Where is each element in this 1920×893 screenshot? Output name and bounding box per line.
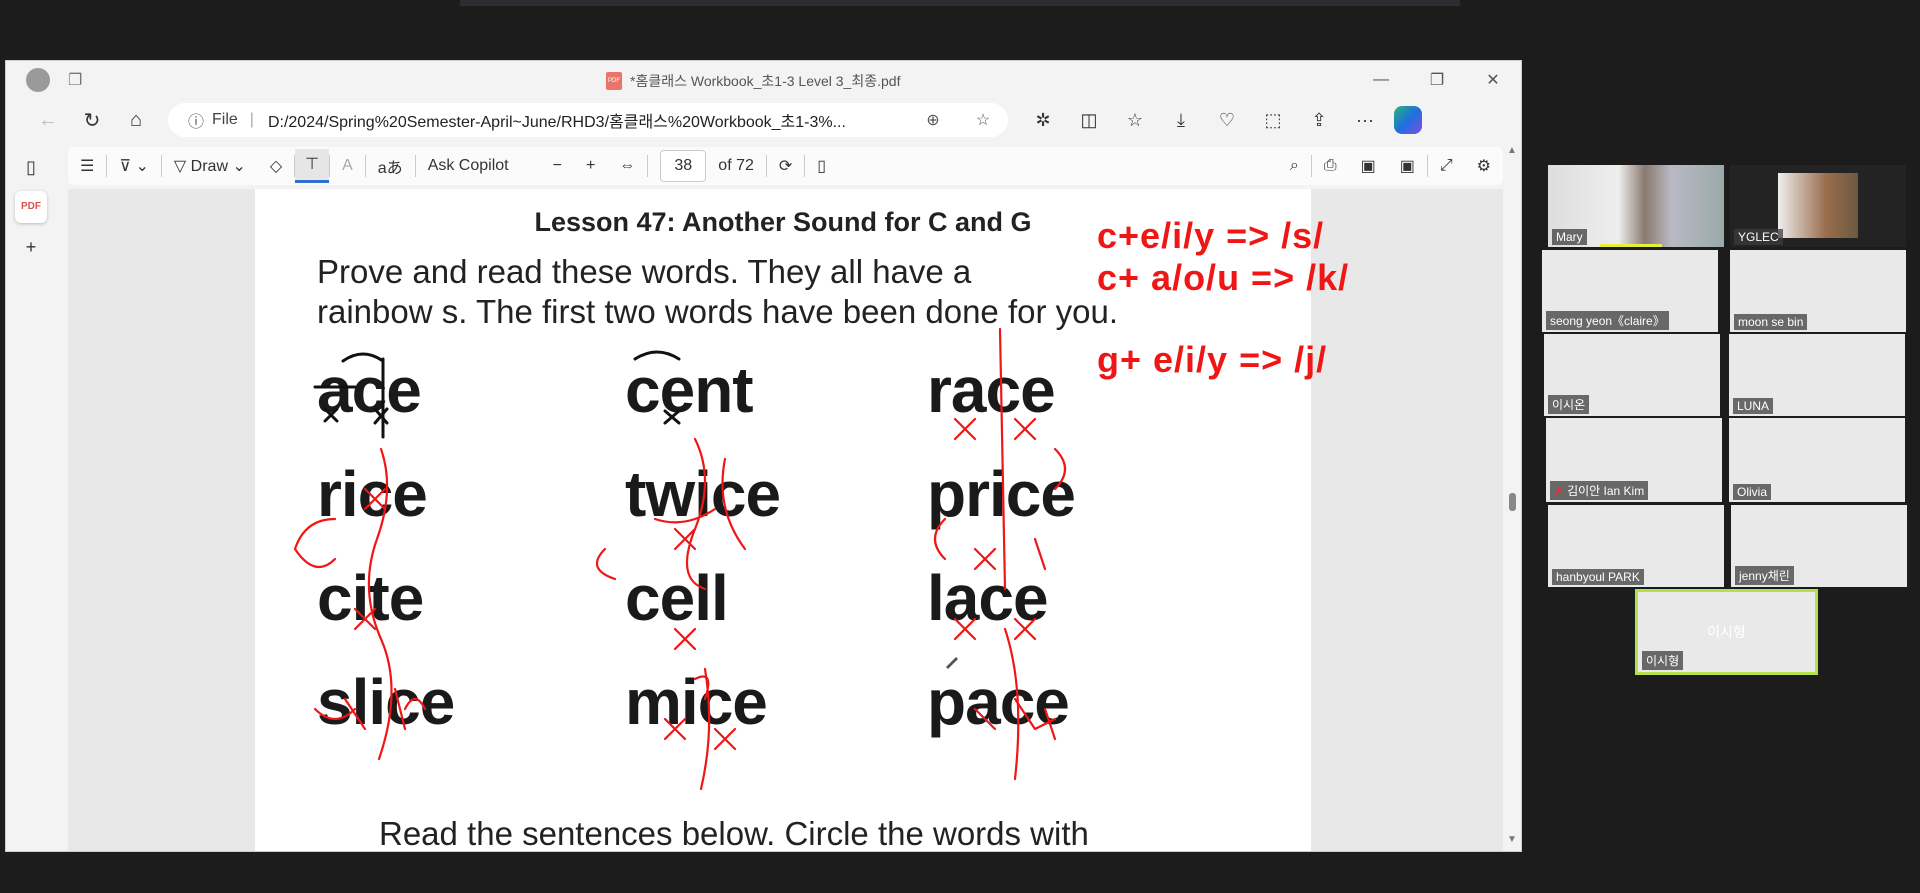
screenshot-icon[interactable]: ⬚ [1250,110,1296,131]
extensions-icon[interactable]: ✲ [1020,110,1066,131]
video-tile[interactable]: 이시온 [1544,334,1720,416]
page-number-input[interactable]: 38 [660,150,707,182]
pdf-file-icon: PDF [606,72,622,90]
scroll-down-icon[interactable]: ▼ [1503,834,1521,845]
pdf-toolbar: ☰ ⊽ ⌄ ▽ Draw ⌄ ◇ ⊤ A aあ Ask Copilot − + … [68,147,1503,185]
minimize-icon[interactable]: — [1353,61,1409,99]
browser-essentials-icon[interactable]: ♡ [1204,110,1250,131]
video-tile[interactable]: YGLEC [1730,165,1906,247]
draw-icon: ▽ [173,158,191,175]
video-tile[interactable]: LUNA [1729,334,1905,416]
tab-actions-icon[interactable]: ❐ [68,70,82,90]
vertical-scrollbar[interactable]: ▲ ▼ [1503,145,1521,853]
save-as-icon[interactable]: ▣ [1388,156,1427,176]
participant-name: YGLEC [1734,229,1783,245]
page-count: of 72 [718,157,754,174]
sidebar-toggle-icon[interactable]: ▯ [15,151,47,183]
restore-icon[interactable]: ❐ [1409,61,1465,99]
draw-button[interactable]: ▽ Draw ⌄ [162,156,258,176]
annotation-rule-2: c+ a/o/u => /k/ [1097,257,1350,298]
meeting-top-bar [460,0,1460,6]
scroll-up-icon[interactable]: ▲ [1503,145,1521,156]
zoom-out-icon[interactable]: − [541,157,574,175]
info-icon[interactable]: ⓘ [188,108,204,132]
add-text-icon[interactable]: ⊤ [295,149,330,183]
annotation-rule-1: c+e/i/y => /s/ [1097,215,1325,256]
ask-copilot-button[interactable]: Ask Copilot [416,157,521,175]
settings-gear-icon[interactable]: ⚙ [1465,156,1503,176]
favorites-icon[interactable]: ☆ [1112,110,1158,131]
profile-avatar[interactable] [26,68,50,92]
print-icon[interactable]: ⎙ [1312,157,1349,175]
add-icon[interactable]: + [15,231,47,263]
pen-cursor-icon [946,657,958,669]
split-screen-icon[interactable]: ◫ [1066,110,1112,131]
home-icon[interactable]: ⌂ [114,109,158,132]
scroll-thumb[interactable] [1509,493,1516,511]
participant-name: 이시온 [1548,395,1590,414]
rotate-icon[interactable]: ⟳ [767,156,804,176]
participant-name: Mary [1552,229,1587,245]
video-tile[interactable]: jenny채린 [1731,505,1907,587]
copilot-icon[interactable] [1394,106,1422,134]
pdf-viewer[interactable]: Lesson 47: Another Sound for C and G Pro… [68,189,1503,851]
back-icon[interactable]: ← [26,109,70,132]
zoom-in-icon[interactable]: + [574,157,607,175]
share-icon[interactable]: ⇪ [1296,110,1342,131]
participant-name: jenny채린 [1735,566,1794,585]
refresh-icon[interactable]: ↻ [70,108,114,133]
title-bar: ❐ PDF *홈클래스 Workbook_초1-3 Level 3_최종.pdf … [6,61,1521,99]
video-tile[interactable]: seong yeon《claire》 [1542,250,1718,332]
download-icon[interactable]: ⤓ [1158,110,1204,131]
video-tile[interactable]: hanbyoul PARK [1548,505,1724,587]
fit-width-icon[interactable]: ⇔ [607,157,647,175]
page-view-icon[interactable]: ▯ [805,156,838,176]
close-icon[interactable]: ✕ [1465,61,1521,99]
participant-name: seong yeon《claire》 [1546,311,1669,330]
save-icon[interactable]: ▣ [1349,156,1388,176]
zoom-icon[interactable]: ⊕ [908,110,958,130]
pdf-sidebar: ▯ PDF + [6,143,56,853]
participant-name: Olivia [1733,484,1772,500]
speaker-overlay-name: 이시형 [1707,624,1746,640]
video-tile[interactable]: Mary [1548,165,1724,247]
participant-name: 김이안 Ian Kim [1567,484,1645,498]
highlight-icon[interactable]: ⊽ ⌄ [107,156,161,176]
annotation-rule-3: g+ e/i/y => /j/ [1097,339,1328,380]
participant-name: LUNA [1733,398,1774,414]
search-icon[interactable]: ⌕ [1278,157,1311,175]
fullscreen-icon[interactable]: ⤢ [1428,157,1465,175]
address-bar-row: ← ↻ ⌂ ⓘ File | D:/2024/Spring%20Semester… [6,99,1521,141]
read-aloud-icon[interactable]: A [330,157,365,175]
address-bar[interactable]: ⓘ File | D:/2024/Spring%20Semester-April… [168,103,1008,137]
favorite-star-icon[interactable]: ☆ [958,110,1008,130]
more-icon[interactable]: ··· [1342,110,1388,131]
url-text[interactable]: D:/2024/Spring%20Semester-April~June/RHD… [268,108,908,132]
translate-icon[interactable]: aあ [366,154,415,178]
participant-name: hanbyoul PARK [1552,569,1644,585]
video-tile[interactable]: Olivia [1729,418,1905,502]
erase-icon[interactable]: ◇ [258,156,294,176]
window-title-text: *홈클래스 Workbook_초1-3 Level 3_최종.pdf [630,73,901,89]
video-tile-active-speaker[interactable]: 이시형 이시형 [1635,589,1818,675]
file-label: File [212,111,238,128]
participant-name: moon se bin [1734,314,1808,330]
participant-name: 이시형 [1642,651,1684,670]
window-title: PDF *홈클래스 Workbook_초1-3 Level 3_최종.pdf [606,71,900,91]
pdf-page: Lesson 47: Another Sound for C and G Pro… [255,189,1348,851]
video-tile[interactable]: moon se bin [1730,250,1906,332]
pdf-tab-icon[interactable]: PDF [15,191,47,223]
draw-label: Draw [190,158,228,175]
video-tile[interactable]: ✗ 김이안 Ian Kim [1546,418,1722,502]
contents-icon[interactable]: ☰ [68,156,106,176]
bottom-instruction: Read the sentences below. Circle the wor… [379,815,1089,851]
muted-mic-icon: ✗ [1554,484,1565,498]
speaking-indicator [1600,244,1662,247]
browser-window: ❐ PDF *홈클래스 Workbook_초1-3 Level 3_최종.pdf … [5,60,1522,852]
